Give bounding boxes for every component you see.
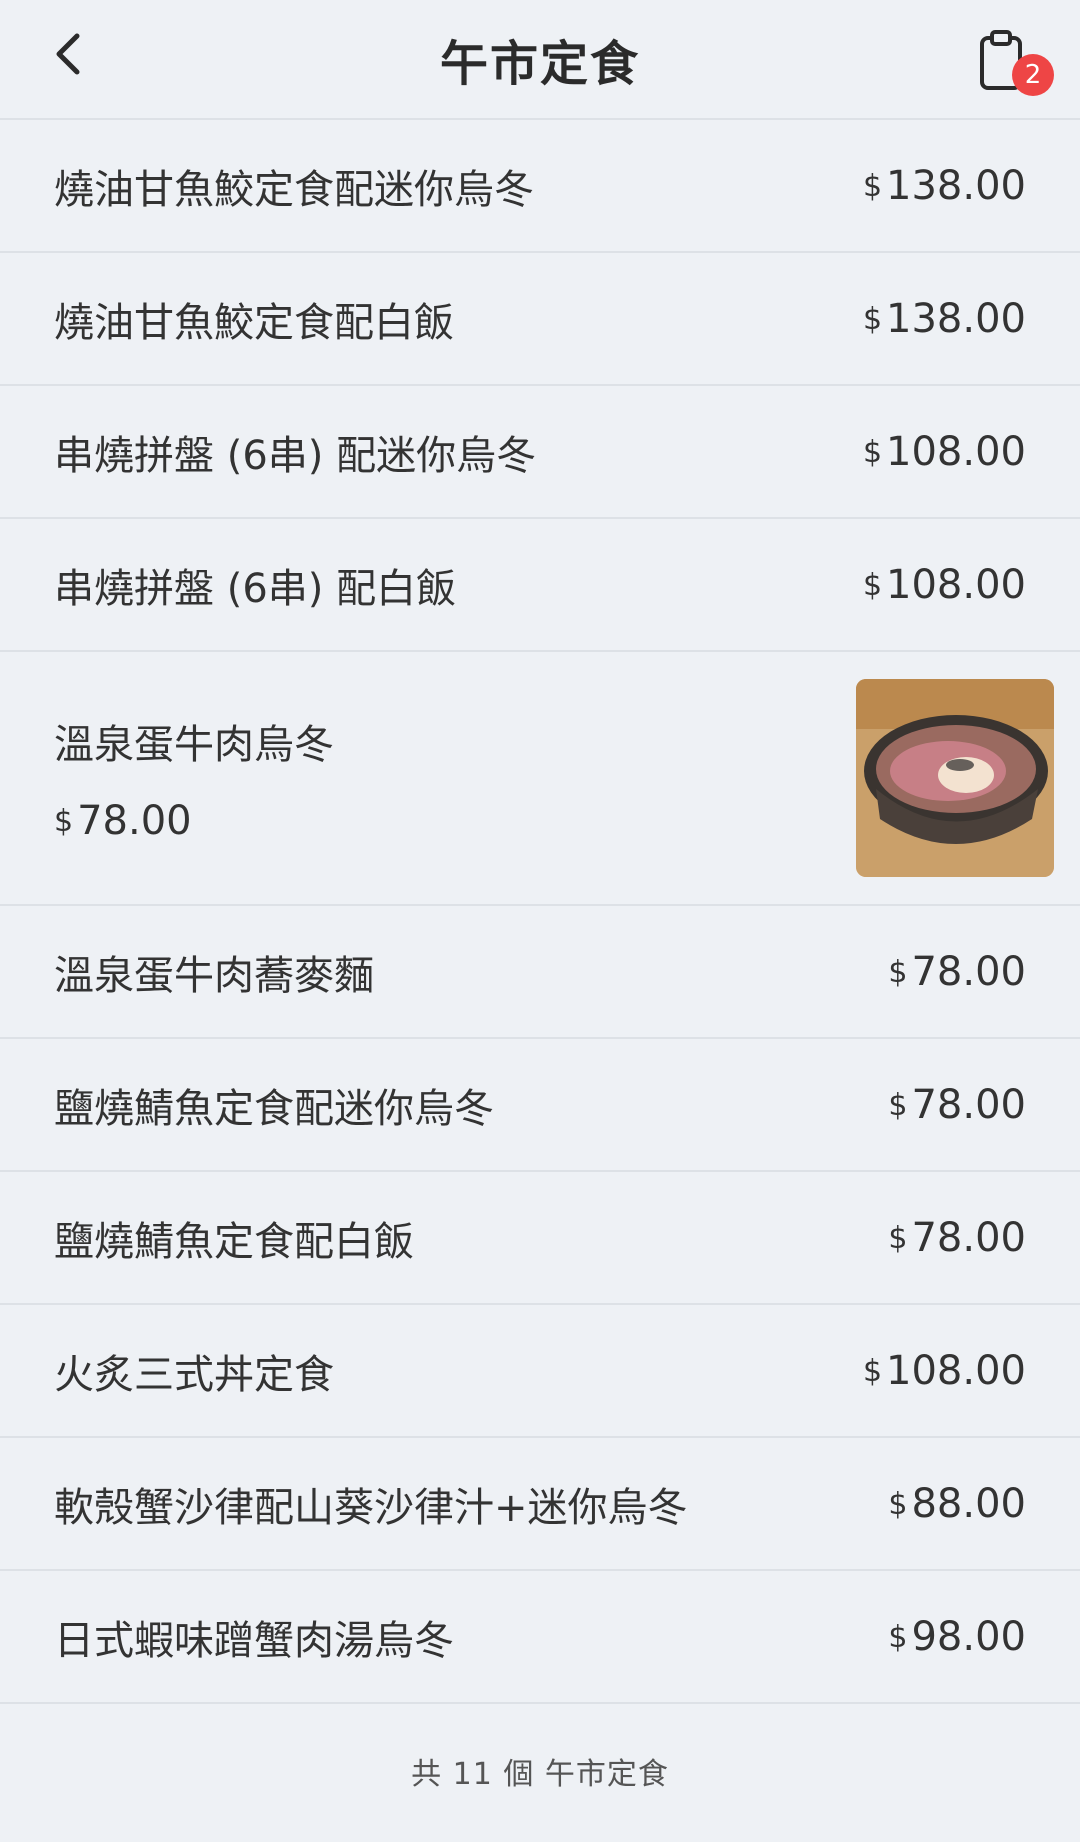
menu-item-price: $78.00 <box>888 948 1026 995</box>
menu-list: 燒油甘魚鮫定食配迷你烏冬 $138.00 燒油甘魚鮫定食配白飯 $138.00 … <box>0 120 1080 1704</box>
menu-item[interactable]: 日式蝦味蹭蟹肉湯烏冬 $98.00 <box>0 1571 1080 1704</box>
menu-item[interactable]: 串燒拼盤 (6串) 配白飯 $108.00 <box>0 519 1080 652</box>
app-header: 午市定食 2 <box>0 0 1080 120</box>
menu-item-price: $108.00 <box>862 561 1026 608</box>
menu-item-with-image[interactable]: 溫泉蛋牛肉烏冬 $78.00 <box>0 652 1080 906</box>
back-button[interactable] <box>38 24 98 84</box>
udon-photo <box>856 679 1054 877</box>
menu-item-name: 鹽燒鯖魚定食配白飯 <box>54 1218 414 1265</box>
menu-item-name: 串燒拼盤 (6串) 配白飯 <box>54 565 457 612</box>
order-list-button[interactable]: 2 <box>970 22 1054 102</box>
menu-item-name: 溫泉蛋牛肉烏冬 <box>54 722 334 768</box>
menu-item[interactable]: 鹽燒鯖魚定食配白飯 $78.00 <box>0 1172 1080 1305</box>
menu-item-price: $98.00 <box>888 1613 1026 1660</box>
menu-item[interactable]: 溫泉蛋牛肉蕎麥麵 $78.00 <box>0 906 1080 1039</box>
menu-item-price: $138.00 <box>862 295 1026 342</box>
page-title: 午市定食 <box>439 36 640 92</box>
menu-item[interactable]: 燒油甘魚鮫定食配迷你烏冬 $138.00 <box>0 120 1080 253</box>
chevron-left-icon <box>56 33 80 75</box>
menu-item[interactable]: 軟殼蟹沙律配山葵沙律汁+迷你烏冬 $88.00 <box>0 1438 1080 1571</box>
menu-item-name: 日式蝦味蹭蟹肉湯烏冬 <box>54 1617 454 1664</box>
menu-item-price: $78.00 <box>888 1214 1026 1261</box>
menu-item-name: 燒油甘魚鮫定食配白飯 <box>54 299 454 346</box>
menu-item-price: $138.00 <box>862 162 1026 209</box>
menu-item-price: $78.00 <box>888 1081 1026 1128</box>
menu-item-name: 鹽燒鯖魚定食配迷你烏冬 <box>54 1085 494 1132</box>
menu-item-price: $88.00 <box>888 1480 1026 1527</box>
menu-item[interactable]: 火炙三式丼定食 $108.00 <box>0 1305 1080 1438</box>
cart-count-badge: 2 <box>1012 54 1054 96</box>
menu-item[interactable]: 鹽燒鯖魚定食配迷你烏冬 $78.00 <box>0 1039 1080 1172</box>
menu-item-price: $78.00 <box>54 798 192 844</box>
menu-item-name: 燒油甘魚鮫定食配迷你烏冬 <box>54 166 534 213</box>
menu-item[interactable]: 串燒拼盤 (6串) 配迷你烏冬 $108.00 <box>0 386 1080 519</box>
menu-item-price: $108.00 <box>862 1347 1026 1394</box>
menu-item-name: 溫泉蛋牛肉蕎麥麵 <box>54 952 374 999</box>
menu-item-price: $108.00 <box>862 428 1026 475</box>
menu-item[interactable]: 燒油甘魚鮫定食配白飯 $138.00 <box>0 253 1080 386</box>
item-count-summary: 共 11 個 午市定食 <box>411 1757 669 1792</box>
menu-item-name: 串燒拼盤 (6串) 配迷你烏冬 <box>54 432 537 479</box>
menu-item-name: 軟殼蟹沙律配山葵沙律汁+迷你烏冬 <box>54 1484 688 1531</box>
menu-item-name: 火炙三式丼定食 <box>54 1351 334 1398</box>
